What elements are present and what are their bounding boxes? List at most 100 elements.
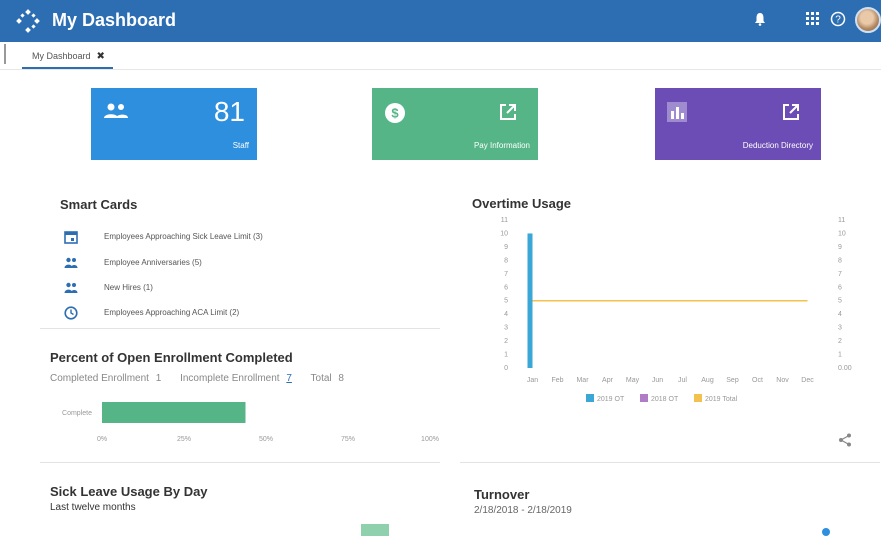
x-tick-label: Apr xyxy=(602,377,614,384)
y2-tick-label: 11 xyxy=(838,217,845,224)
sick-leave-title: Sick Leave Usage By Day xyxy=(50,484,208,499)
clock-icon xyxy=(64,306,78,320)
top-bar: My Dashboard ? xyxy=(0,0,881,42)
overtime-chart: 0 1 2 3 4 5 6 7 8 9 10 11 0.00 1 2 3 4 5 6 7 8 9 10 11 Jan Feb M… xyxy=(500,217,852,403)
enrollment-tick-label: 75% xyxy=(341,436,355,443)
sick-leave-bar[interactable] xyxy=(361,524,389,536)
turnover-date-range: 2/18/2018 - 2/18/2019 xyxy=(474,505,572,516)
dollar-icon: $ xyxy=(385,103,405,123)
smart-card-label: Employees Approaching ACA Limit (2) xyxy=(104,308,240,317)
y2-tick-label: 9 xyxy=(838,244,842,251)
smart-card-label: Employee Anniversaries (5) xyxy=(104,258,202,267)
divider xyxy=(40,328,440,329)
incomplete-label: Incomplete Enrollment xyxy=(180,373,280,384)
turnover-marker xyxy=(822,528,830,536)
incomplete-value-link[interactable]: 7 xyxy=(286,373,292,384)
y2-tick-label: 2 xyxy=(838,338,842,345)
y2-tick-label: 1 xyxy=(838,352,842,359)
tab-label: My Dashboard xyxy=(32,51,91,61)
tile-pay-information[interactable]: $ Pay Information xyxy=(372,88,538,160)
smart-card-label: Employees Approaching Sick Leave Limit (… xyxy=(104,232,263,241)
y2-tick-label: 7 xyxy=(838,271,842,278)
divider xyxy=(460,462,880,463)
turnover-title: Turnover xyxy=(474,487,530,502)
x-tick-label: Dec xyxy=(801,377,814,384)
x-tick-label: Oct xyxy=(752,377,763,384)
legend-label[interactable]: 2018 OT xyxy=(651,396,679,403)
external-link-icon xyxy=(500,104,516,120)
legend-swatch xyxy=(586,394,594,402)
x-tick-label: Jul xyxy=(678,377,687,384)
overtime-bar[interactable] xyxy=(527,233,533,368)
y-tick-label: 7 xyxy=(504,271,508,278)
y-tick-label: 1 xyxy=(504,352,508,359)
total-label: Total xyxy=(310,373,332,384)
y2-tick-label: 5 xyxy=(838,298,842,305)
completed-bar[interactable] xyxy=(102,402,246,423)
share-icon[interactable] xyxy=(838,433,852,447)
tab-bar: My Dashboard ✖ xyxy=(0,42,881,70)
y-tick-label: 3 xyxy=(504,325,508,332)
y2-tick-label: 8 xyxy=(838,257,842,264)
y-tick-label: 11 xyxy=(501,217,508,224)
overtime-title: Overtime Usage xyxy=(472,196,571,211)
enrollment-title: Percent of Open Enrollment Completed xyxy=(50,350,293,365)
x-tick-label: Nov xyxy=(776,377,789,384)
y-tick-label: 6 xyxy=(504,284,508,291)
y-tick-label: 5 xyxy=(504,298,508,305)
enrollment-stats: Completed Enrollment 1 Incomplete Enroll… xyxy=(50,373,348,384)
tab-close-icon[interactable]: ✖ xyxy=(97,51,105,62)
svg-text:$: $ xyxy=(391,106,399,121)
total-value: 8 xyxy=(338,373,344,384)
tile-staff[interactable]: 81 Staff xyxy=(91,88,257,160)
y-tick-label: 10 xyxy=(500,230,508,237)
y-tick-label: 2 xyxy=(504,338,508,345)
y2-tick-label: 6 xyxy=(838,284,842,291)
y2-tick-label: 0.00 xyxy=(838,365,852,372)
legend-label[interactable]: 2019 OT xyxy=(597,396,625,403)
tab-my-dashboard[interactable]: My Dashboard ✖ xyxy=(22,47,113,69)
logo-icon[interactable] xyxy=(16,9,40,33)
enrollment-bar-chart: Complete 0% 25% 50% 75% 100% xyxy=(62,402,439,443)
enrollment-tick-label: 25% xyxy=(177,436,191,443)
calendar-icon xyxy=(64,231,78,244)
people-icon xyxy=(64,257,78,268)
svg-text:?: ? xyxy=(835,15,841,26)
smart-card-label: New Hires (1) xyxy=(104,283,153,292)
external-link-icon xyxy=(783,104,799,120)
enrollment-tick-label: 50% xyxy=(259,436,273,443)
people-icon xyxy=(104,103,128,118)
x-tick-label: Aug xyxy=(701,377,714,384)
x-tick-label: May xyxy=(626,377,640,384)
divider xyxy=(40,462,440,463)
bell-icon[interactable] xyxy=(754,12,766,26)
tile-label: Pay Information xyxy=(473,141,530,150)
enrollment-tick-label: 100% xyxy=(421,436,439,443)
y2-tick-label: 4 xyxy=(838,311,842,318)
legend-swatch xyxy=(694,394,702,402)
side-handle[interactable] xyxy=(4,44,10,64)
sick-leave-subtitle: Last twelve months xyxy=(50,502,136,513)
tile-label: Staff xyxy=(232,141,249,150)
avatar[interactable] xyxy=(855,7,881,33)
staff-count: 81 xyxy=(213,96,245,127)
legend-label[interactable]: 2019 Total xyxy=(705,396,738,403)
smart-cards-title: Smart Cards xyxy=(60,197,138,212)
y-tick-label: 9 xyxy=(504,244,508,251)
x-tick-label: Jan xyxy=(527,377,538,384)
y-tick-label: 0 xyxy=(504,365,508,372)
completed-value: 1 xyxy=(155,373,162,384)
tile-deduction-directory[interactable]: Deduction Directory xyxy=(655,88,821,160)
enrollment-tick-label: 0% xyxy=(97,436,107,443)
x-tick-label: Feb xyxy=(551,377,563,384)
bar-chart-icon xyxy=(667,102,687,122)
x-tick-label: Jun xyxy=(652,377,663,384)
apps-grid-icon[interactable] xyxy=(806,12,819,25)
y2-tick-label: 10 xyxy=(838,230,846,237)
tile-label: Deduction Directory xyxy=(742,141,813,150)
x-tick-label: Mar xyxy=(576,377,589,384)
help-icon[interactable]: ? xyxy=(830,11,846,27)
y-tick-label: 8 xyxy=(504,257,508,264)
people-icon xyxy=(64,282,78,293)
y2-tick-label: 3 xyxy=(838,325,842,332)
